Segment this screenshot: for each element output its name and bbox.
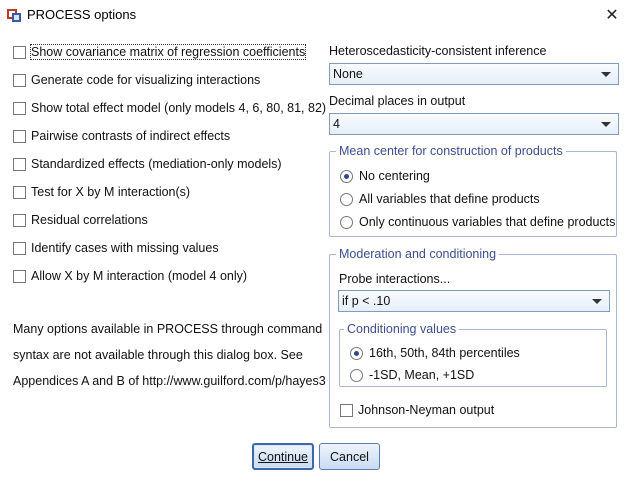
radio-all-variables[interactable]: All variables that define products [340,190,540,208]
option-missing-values[interactable]: Identify cases with missing values [13,239,219,257]
hc-inference-label: Heteroscedasticity-consistent inference [329,44,547,58]
info-line: Appendices A and B of http://www.guilfor… [13,374,326,388]
hc-inference-select[interactable]: None [329,63,619,85]
option-generate-code[interactable]: Generate code for visualizing interactio… [13,71,260,89]
chevron-down-icon [601,72,611,77]
chevron-down-icon [592,299,602,304]
option-label: Johnson-Neyman output [358,403,495,417]
option-pairwise-contrasts[interactable]: Pairwise contrasts of indirect effects [13,127,230,145]
radio-percentiles[interactable]: 16th, 50th, 84th percentiles [350,344,520,362]
decimal-places-select[interactable]: 4 [329,113,619,135]
radio-label: 16th, 50th, 84th percentiles [369,346,520,360]
option-covariance-matrix[interactable]: Show covariance matrix of regression coe… [13,43,307,61]
checkbox[interactable] [13,129,26,143]
info-line: syntax are not available through this di… [13,348,303,362]
mean-center-group: Mean center for construction of products… [329,144,617,237]
option-label: Residual correlations [31,213,148,227]
radio-label: All variables that define products [359,192,540,206]
option-total-effect-model[interactable]: Show total effect model (only models 4, … [13,99,326,117]
probe-value: if p < .10 [342,294,391,308]
option-allow-x-by-m[interactable]: Allow X by M interaction (model 4 only) [13,267,247,285]
checkbox[interactable] [13,269,26,283]
group-title: Moderation and conditioning [336,247,500,261]
info-line: Many options available in PROCESS throug… [13,322,323,336]
radio-button[interactable] [350,346,363,360]
option-label: Allow X by M interaction (model 4 only) [31,269,248,283]
radio-label: -1SD, Mean, +1SD [369,368,475,382]
option-label: Standardized effects (mediation-only mod… [31,157,282,171]
option-label: Show covariance matrix of regression coe… [29,44,307,60]
johnson-neyman-option[interactable]: Johnson-Neyman output [340,401,494,419]
option-standardized-effects[interactable]: Standardized effects (mediation-only mod… [13,155,282,173]
continue-label: Continue [257,449,309,464]
group-title: Conditioning values [344,322,460,336]
checkbox[interactable] [13,213,26,227]
conditioning-values-group: Conditioning values 16th, 50th, 84th per… [339,322,607,387]
option-label: Show total effect model (only models 4, … [31,101,327,115]
continue-button[interactable]: Continue [252,443,314,470]
hc-inference-value: None [333,67,363,81]
option-label: Test for X by M interaction(s) [31,185,191,199]
radio-no-centering[interactable]: No centering [340,167,430,185]
radio-button[interactable] [340,169,353,183]
radio-button[interactable] [340,215,353,229]
checkbox[interactable] [340,403,353,417]
checkbox[interactable] [13,101,26,115]
cancel-label: Cancel [330,449,369,464]
probe-interactions-select[interactable]: if p < .10 [338,290,610,312]
radio-only-continuous[interactable]: Only continuous variables that define pr… [340,213,615,231]
option-label: Pairwise contrasts of indirect effects [31,129,231,143]
process-app-icon [7,9,21,22]
info-text: Many options available in PROCESS throug… [13,316,333,394]
option-x-by-m-test[interactable]: Test for X by M interaction(s) [13,183,190,201]
checkbox[interactable] [13,241,26,255]
decimal-places-label: Decimal places in output [329,94,466,108]
checkbox[interactable] [13,157,26,171]
radio-sd-mean[interactable]: -1SD, Mean, +1SD [350,366,474,384]
checkbox[interactable] [13,73,26,87]
close-icon[interactable]: ✕ [592,0,632,30]
title-bar: PROCESS options ✕ [0,0,632,30]
cancel-button[interactable]: Cancel [319,443,380,470]
option-residual-correlations[interactable]: Residual correlations [13,211,148,229]
probe-interactions-label: Probe interactions... [339,272,451,286]
option-label: Identify cases with missing values [31,241,219,255]
dialog-body: Show covariance matrix of regression coe… [0,30,632,479]
moderation-group: Moderation and conditioning Probe intera… [329,247,617,428]
radio-button[interactable] [350,368,363,382]
checkbox[interactable] [13,45,26,59]
checkbox[interactable] [13,185,26,199]
radio-button[interactable] [340,192,353,206]
radio-label: Only continuous variables that define pr… [359,215,616,229]
group-title: Mean center for construction of products [336,144,566,158]
window-title: PROCESS options [27,7,137,22]
chevron-down-icon [601,122,611,127]
decimal-places-value: 4 [333,117,340,131]
option-label: Generate code for visualizing interactio… [31,73,261,87]
radio-label: No centering [359,169,430,183]
